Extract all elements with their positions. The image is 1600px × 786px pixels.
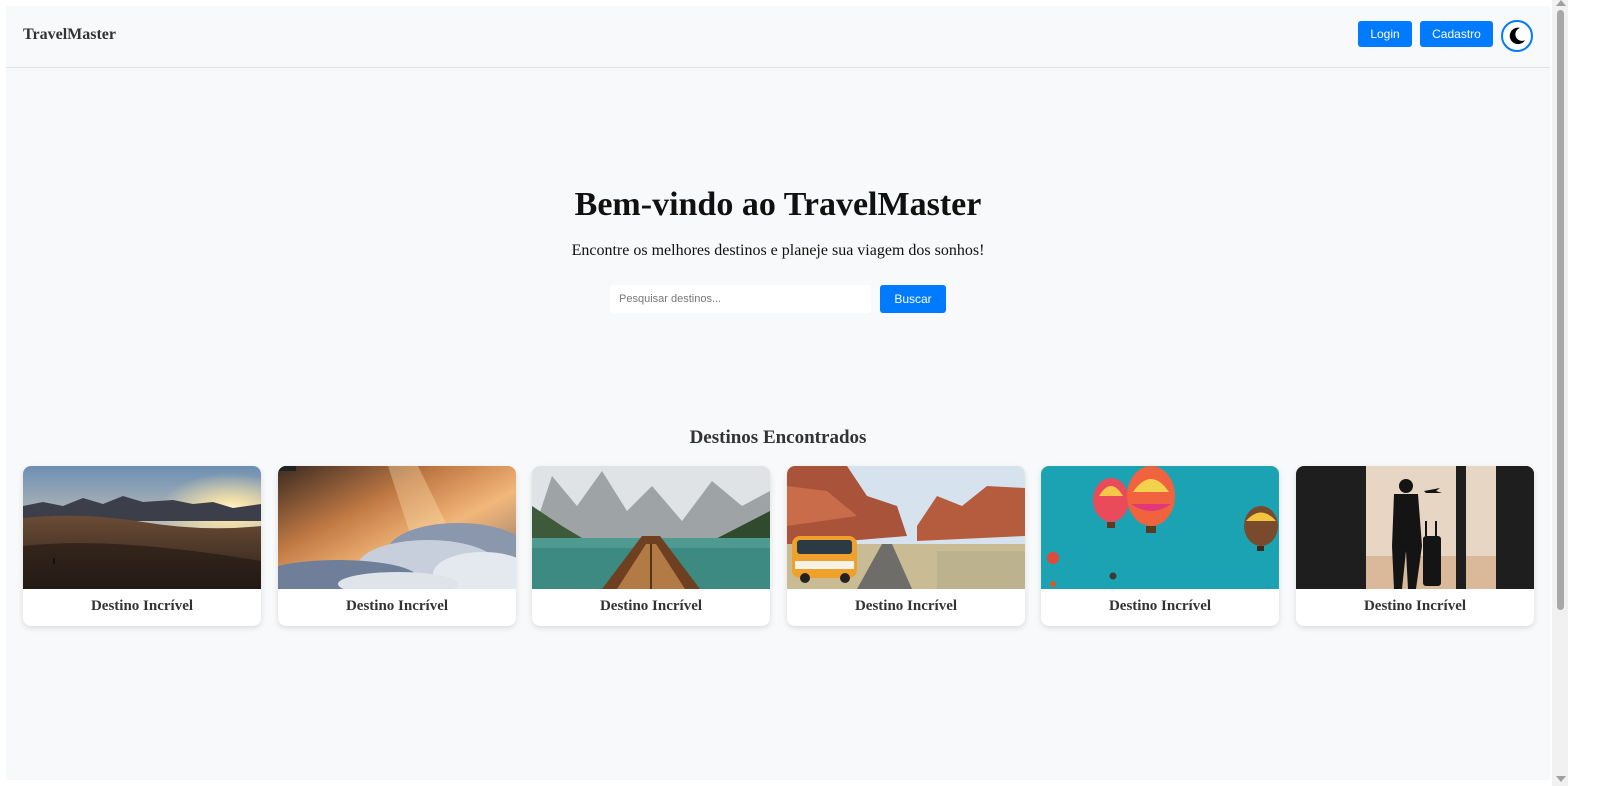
scroll-down-arrow-icon[interactable] [1556, 776, 1566, 782]
card-title: Destino Incrível [1363, 598, 1467, 614]
scroll-up-arrow-icon[interactable] [1556, 0, 1566, 6]
scrollbar-thumb[interactable] [1557, 10, 1564, 610]
card-title: Destino Incrível [1108, 598, 1212, 614]
navbar: TravelMaster Login Cadastro [6, 6, 1550, 68]
destination-card[interactable]: Destino Incrível [1296, 466, 1534, 626]
destination-card[interactable]: Destino Incrível [532, 466, 770, 626]
canyon-van-road-photo [787, 466, 1025, 589]
search-input[interactable] [610, 285, 871, 313]
brand-logo[interactable]: TravelMaster [23, 26, 116, 44]
card-title: Destino Incrível [345, 598, 449, 614]
vertical-scrollbar[interactable] [1552, 0, 1568, 786]
section-title: Destinos Encontrados [689, 427, 867, 448]
moon-icon [1509, 27, 1526, 45]
card-title: Destino Incrível [599, 598, 703, 614]
card-title: Destino Incrível [854, 598, 958, 614]
clouds-sunset-photo [278, 466, 516, 589]
login-button[interactable]: Login [1358, 21, 1412, 47]
hero-subtitle: Encontre os melhores destinos e planeje … [571, 242, 985, 259]
traveler-silhouette-photo [1296, 466, 1534, 589]
destination-card[interactable]: Destino Incrível [23, 466, 261, 626]
signup-button[interactable]: Cadastro [1420, 21, 1493, 47]
hero-title: Bem-vindo ao TravelMaster [574, 186, 982, 223]
card-title: Destino Incrível [90, 598, 194, 614]
hot-air-balloons-photo [1041, 466, 1279, 589]
desert-sunset-photo [23, 466, 261, 589]
theme-toggle-button[interactable] [1501, 20, 1533, 52]
destination-card[interactable]: Destino Incrível [1041, 466, 1279, 626]
page-viewport: TravelMaster Login Cadastro Bem-vindo ao… [6, 6, 1550, 780]
search-button[interactable]: Buscar [880, 285, 946, 313]
mountain-lake-boat-photo [532, 466, 770, 589]
destination-card[interactable]: Destino Incrível [787, 466, 1025, 626]
destination-card[interactable]: Destino Incrível [278, 466, 516, 626]
